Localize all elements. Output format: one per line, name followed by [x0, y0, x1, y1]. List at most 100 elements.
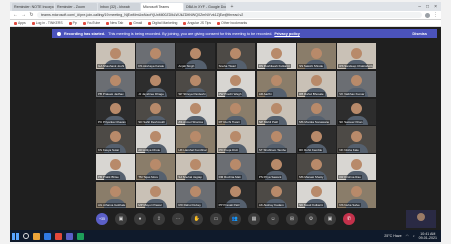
- maximize-icon[interactable]: □: [426, 4, 429, 10]
- participant-tile[interactable]: RB Rahul Bhosale: [297, 70, 336, 97]
- bookmark-icon: [217, 21, 221, 25]
- bookmark-item[interactable]: Angular JS Tips: [183, 21, 211, 25]
- participant-tile[interactable]: NP Nikhil Patil: [256, 98, 296, 125]
- participant-tile[interactable]: AG Atharva Gokhale: [96, 181, 135, 208]
- volume-icon[interactable]: ♪: [413, 234, 415, 238]
- participant-tile[interactable]: MS Manasi Shetty: [297, 154, 336, 181]
- participant-tile[interactable]: HK Harshal Kumbhar: [176, 126, 216, 153]
- back-icon[interactable]: ←: [13, 12, 18, 18]
- participant-tile[interactable]: PP Pranali Patil: [216, 181, 256, 208]
- teams-icon[interactable]: [66, 232, 73, 240]
- participant-tile[interactable]: SK Sameer Khan: [337, 98, 376, 125]
- bookmark-item[interactable]: New Tab: [106, 21, 123, 25]
- participant-tile[interactable]: Anjali Singh: [176, 43, 216, 70]
- edge-icon[interactable]: [44, 232, 51, 240]
- participant-tile[interactable]: RK Rohit Kamble: [297, 126, 336, 153]
- participant-tile[interactable]: SP Shreya Pardeshi: [176, 70, 216, 97]
- close-icon[interactable]: ×: [434, 4, 437, 10]
- participant-head: [150, 75, 162, 87]
- browser-tab[interactable]: Reminder - Zoom: [55, 3, 97, 11]
- browser-tab[interactable]: Reminder: NOTE Incorporating: [12, 3, 54, 11]
- participant-tile[interactable]: SK Swati Kulkarni: [297, 181, 336, 208]
- participant-tile[interactable]: KS Kavya Sutar: [96, 126, 135, 153]
- more-actions-button[interactable]: ⋯: [172, 213, 184, 225]
- people-button[interactable]: 👥: [229, 213, 241, 225]
- participants-button[interactable]: +35: [96, 213, 108, 225]
- participant-tile[interactable]: ST Shubham Tambe: [256, 126, 296, 153]
- rooms-button[interactable]: ▦: [248, 213, 260, 225]
- settings-button[interactable]: ⚙: [305, 213, 317, 225]
- participant-tile[interactable]: JJ Jayshree Dhage: [136, 70, 175, 97]
- browser-tab[interactable]: Microsoft Teams: [141, 3, 183, 11]
- mic-button[interactable]: ●: [134, 213, 146, 225]
- participant-tile[interactable]: Sneha Tiwari: [216, 43, 256, 70]
- bookmark-item[interactable]: YouTube: [82, 21, 100, 25]
- minimize-icon[interactable]: –: [418, 4, 421, 10]
- participant-tile[interactable]: SS Sakshi Shinde: [297, 43, 336, 70]
- bookmark-item[interactable]: Digital Marketing: [148, 21, 177, 25]
- wifi-icon[interactable]: ◠: [406, 234, 409, 238]
- excel-icon[interactable]: [77, 232, 84, 240]
- file-explorer-icon[interactable]: [33, 232, 40, 240]
- bookmark-item[interactable]: Pp: [68, 21, 77, 25]
- participant-name: RM Ruchita Mali: [217, 175, 242, 180]
- bookmark-item[interactable]: Apps: [14, 21, 26, 25]
- participant-tile[interactable]: AR Aarthi: [256, 70, 296, 97]
- browser-tab[interactable]: Inbox (32) - khwab: [98, 3, 140, 11]
- bookmark-icon: [129, 21, 133, 25]
- bookmark-item[interactable]: Other bookmarks: [217, 21, 247, 25]
- camera2-button[interactable]: ▣: [324, 213, 336, 225]
- participant-tile[interactable]: SD Sahil Deshmukh: [136, 98, 175, 125]
- forward-icon[interactable]: →: [21, 12, 26, 18]
- bookmark-item[interactable]: Log in - TINKERS: [31, 21, 63, 25]
- participant-tile[interactable]: RM Ruchita Mali: [216, 154, 256, 181]
- dismiss-button[interactable]: Dismiss: [412, 32, 427, 36]
- browser-tab[interactable]: DBA in XYF - Google Docs: [184, 3, 226, 11]
- leave-button[interactable]: ✆: [343, 213, 355, 225]
- new-tab-icon[interactable]: +: [227, 3, 235, 11]
- participant-tile[interactable]: PB Prateek Jadhav: [96, 70, 135, 97]
- participant-tile[interactable]: MP Mayuri Pawar: [136, 181, 175, 208]
- apps-button[interactable]: ⊞: [286, 213, 298, 225]
- camera-button[interactable]: ▣: [115, 213, 127, 225]
- participant-tile[interactable]: AS Anmol Sharma: [176, 98, 216, 125]
- reload-icon[interactable]: ↻: [29, 12, 34, 18]
- url-field[interactable]: teams.microsoft.com/_#/pre-join-calling/…: [37, 12, 422, 18]
- participant-tile[interactable]: MS Monika Sonawane: [297, 98, 336, 125]
- participant-tile[interactable]: NK Nisha Kale: [337, 126, 376, 153]
- participant-tile[interactable]: AD Aditya Dhole: [136, 126, 175, 153]
- windows-start-icon[interactable]: [12, 232, 19, 240]
- participant-tile[interactable]: PC Priyanka Chavan: [96, 98, 135, 125]
- participant-tile[interactable]: NS Neha Salve: [337, 181, 376, 208]
- participant-head: [150, 158, 162, 170]
- share-button[interactable]: ⇪: [153, 213, 165, 225]
- clock[interactable]: 10:41 AM 09-01-2021: [419, 232, 437, 240]
- participant-tile[interactable]: AK Akshay Kadam: [256, 181, 296, 208]
- bookmark-item[interactable]: Gmail: [129, 21, 142, 25]
- weather-text[interactable]: 25°C Haze: [384, 234, 401, 238]
- participant-tile[interactable]: PW Prachi Wagh: [216, 70, 256, 97]
- participant-tile[interactable]: KR Krishna Rao: [337, 154, 376, 181]
- profile-icon[interactable]: [425, 12, 430, 18]
- participant-tile[interactable]: PB Pratik Bhise: [96, 154, 135, 181]
- participant-tile[interactable]: DS Akshaya Karale: [136, 43, 175, 70]
- chrome-icon[interactable]: [55, 232, 62, 240]
- participant-tile[interactable]: RT Ruchi Tiwari: [216, 98, 256, 125]
- participant-tile[interactable]: GA Shashank Joshi: [96, 43, 135, 70]
- participant-tile[interactable]: RS Rushikesh Kulkarni: [256, 43, 296, 70]
- participant-tile[interactable]: SJ Snehal Jagtap: [176, 154, 216, 181]
- participant-tile[interactable]: TM Tejas More: [136, 154, 175, 181]
- participant-tile[interactable]: PS Priya Sawant: [256, 154, 296, 181]
- chat-button[interactable]: ▭: [210, 213, 222, 225]
- participant-head: [351, 47, 363, 59]
- menu-icon[interactable]: ⋮: [433, 12, 438, 18]
- participant-tile[interactable]: PD Pooja Dixit: [216, 126, 256, 153]
- privacy-policy-link[interactable]: Privacy policy: [274, 32, 300, 36]
- search-icon[interactable]: [23, 233, 29, 239]
- raise-hand-button[interactable]: ✋: [191, 213, 203, 225]
- participant-head: [310, 47, 322, 59]
- reactions-button[interactable]: ☺: [267, 213, 279, 225]
- participant-tile[interactable]: RS Sandeep Chakraborty: [337, 43, 376, 70]
- participant-tile[interactable]: RD Rahul Dubey: [176, 181, 216, 208]
- participant-tile[interactable]: VK Vaibhav Kumar: [337, 70, 376, 97]
